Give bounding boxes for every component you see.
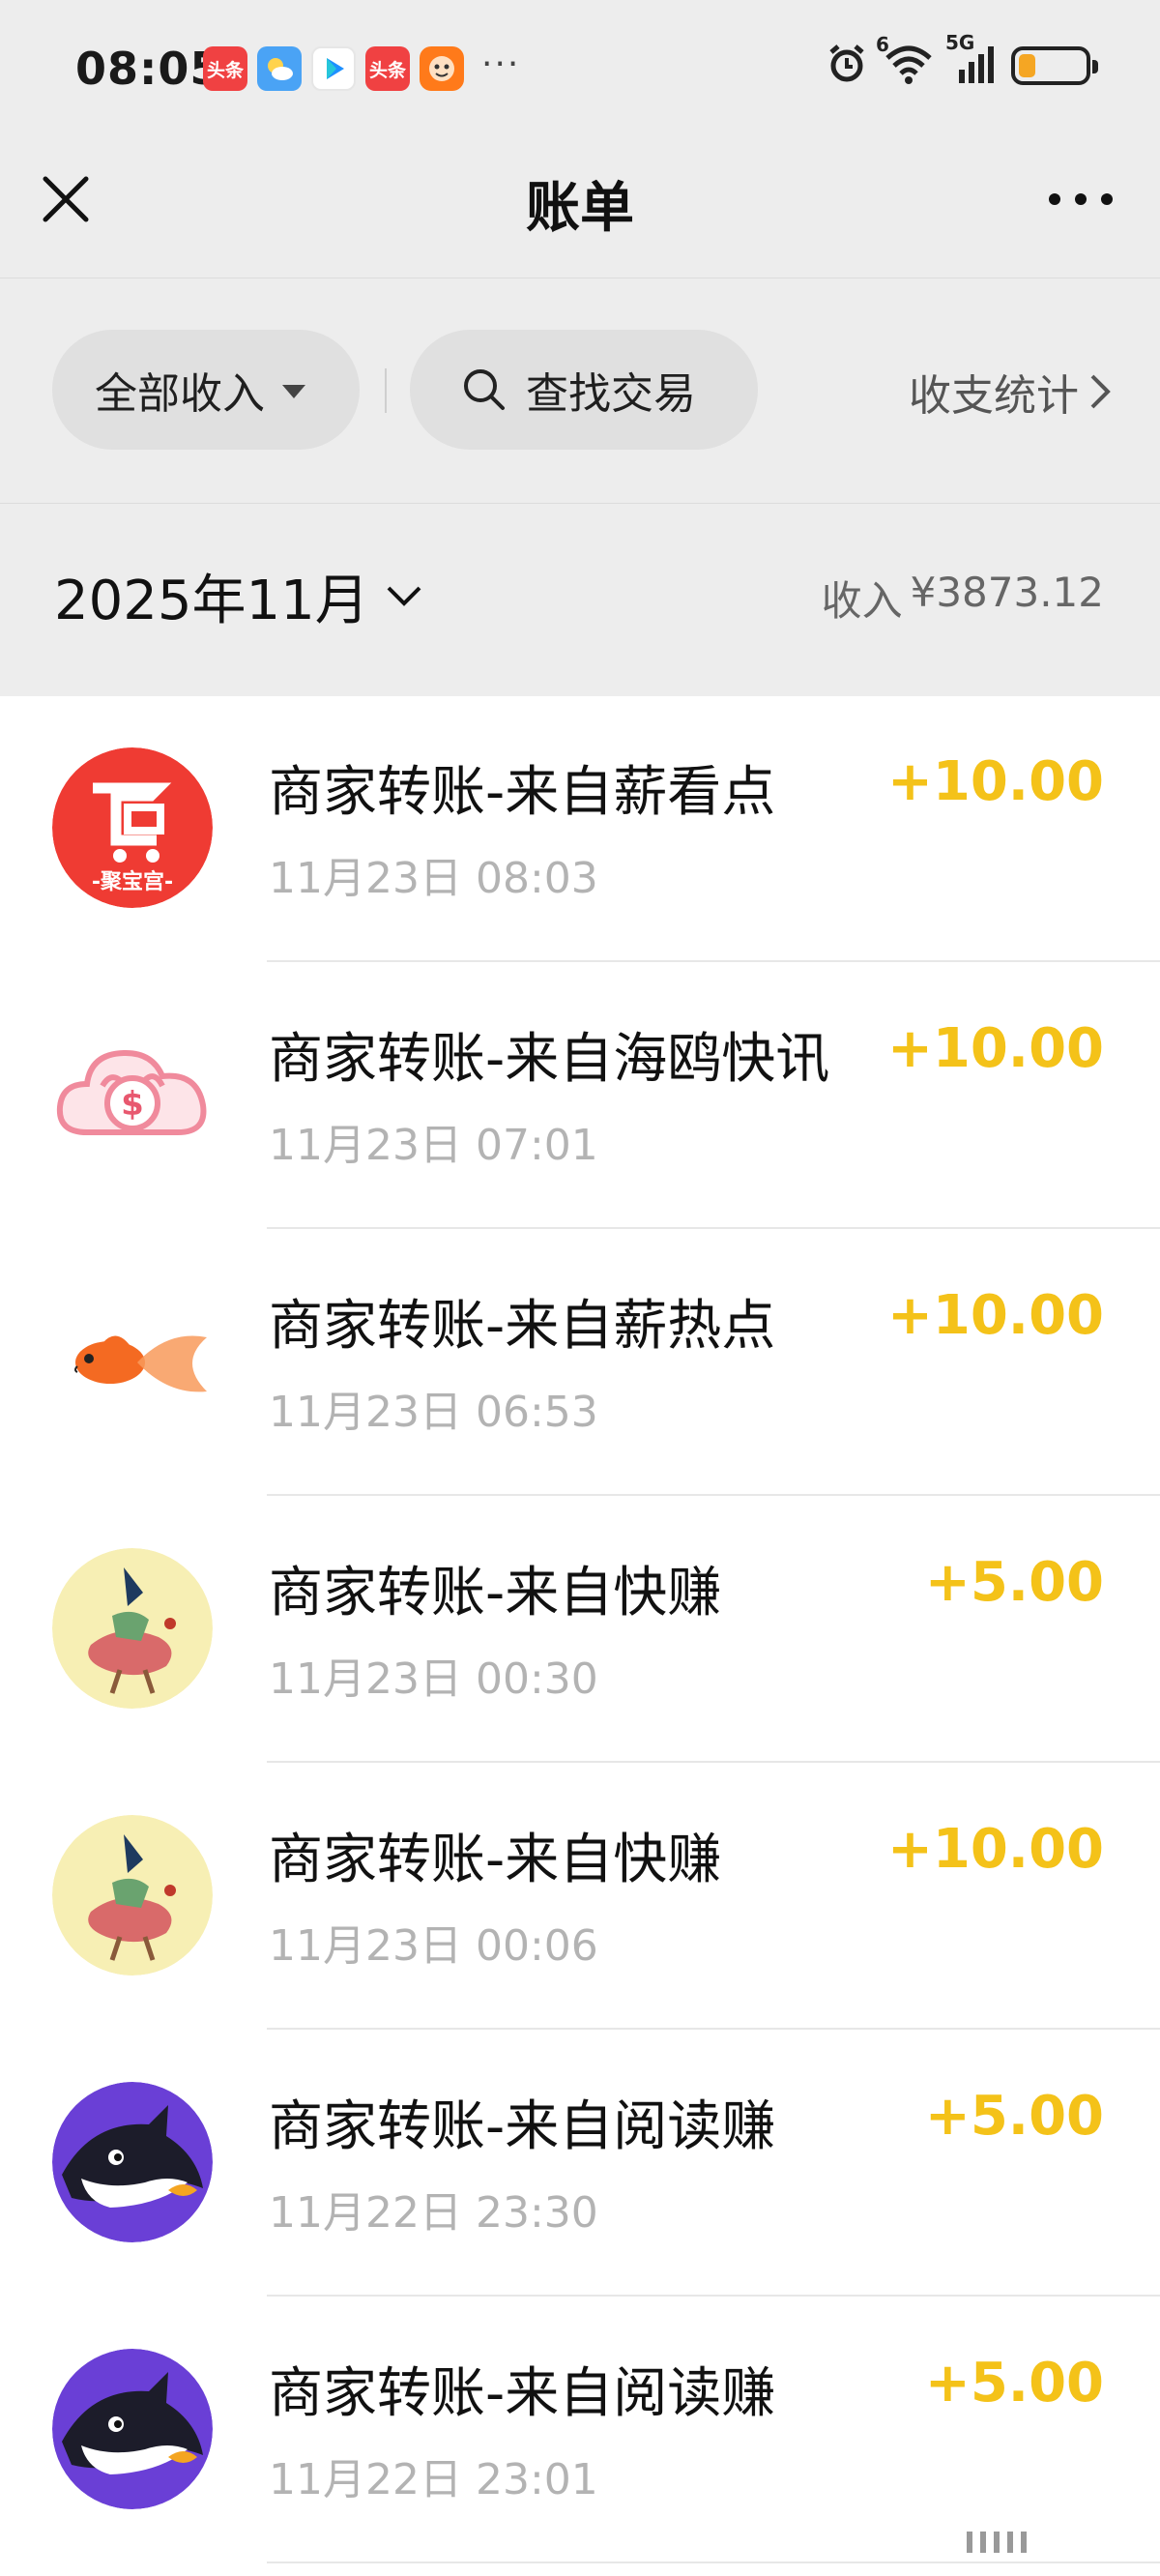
transaction-title: 商家转账-来自快赚: [269, 1829, 722, 1891]
income-filter-label: 全部收入: [95, 369, 265, 419]
caret-down-icon: [282, 385, 305, 398]
transaction-amount: +10.00: [886, 1818, 1104, 1881]
transaction-row[interactable]: 商家转账-来自阅读赚 11月22日 23:30 +5.00: [0, 2031, 1160, 2297]
transaction-title: 商家转账-来自阅读赚: [269, 2095, 776, 2158]
goldfish-logo: [52, 1281, 213, 1442]
more-icon: [1049, 193, 1113, 205]
transaction-time: 11月23日 07:01: [269, 1121, 598, 1170]
weather-icon: [257, 46, 302, 91]
page-title: 账单: [526, 177, 634, 240]
alarm-icon: [826, 43, 868, 89]
kuaizhuan-logo: [52, 1815, 213, 1976]
network-type: 5G: [945, 31, 975, 54]
logo-text: $: [121, 1085, 144, 1124]
row-divider: [267, 2295, 1160, 2297]
row-divider: [267, 2028, 1160, 2030]
search-label: 查找交易: [526, 369, 696, 419]
search-transactions-button[interactable]: 查找交易: [410, 330, 758, 450]
status-time: 08:05: [75, 43, 222, 95]
stats-link[interactable]: 收支统计: [909, 361, 1112, 423]
filter-divider: [385, 368, 387, 413]
wifi-icon: 6: [876, 33, 934, 89]
row-divider: [267, 1227, 1160, 1229]
month-label: 2025年11月: [54, 570, 369, 632]
row-divider: [267, 2561, 1160, 2563]
transaction-row[interactable]: 商家转账-来自阅读赚 11月22日 23:01 +5.00: [0, 2298, 1160, 2563]
month-selector[interactable]: 2025年11月: [54, 557, 423, 635]
battery-level: [1019, 54, 1035, 77]
transaction-amount: +10.00: [886, 750, 1104, 813]
transaction-amount: +5.00: [924, 2085, 1104, 2148]
battery-icon: [1011, 46, 1098, 85]
video-icon: [311, 46, 356, 91]
filter-bar: 全部收入 查找交易 收支统计: [0, 279, 1160, 504]
game-icon: [420, 46, 464, 91]
row-divider: [267, 1494, 1160, 1496]
income-filter-dropdown[interactable]: 全部收入: [52, 330, 360, 450]
toutiao-icon: 头条: [203, 46, 247, 91]
chevron-right-icon: [1090, 374, 1111, 409]
transaction-list: -聚宝宫- 商家转账-来自薪看点 11月23日 08:03 +10.00 $ 商…: [0, 696, 1160, 2576]
chevron-down-icon: [387, 586, 421, 606]
transaction-title: 商家转账-来自海鸥快讯: [269, 1028, 830, 1091]
status-bar: 08:05 头条 头条 ··· 6 5G: [0, 0, 1160, 135]
wifi-badge: 6: [876, 33, 889, 56]
month-header: 2025年11月 收入 ¥3873.12: [0, 505, 1160, 696]
transaction-row[interactable]: -聚宝宫- 商家转账-来自薪看点 11月23日 08:03 +10.00: [0, 696, 1160, 962]
transaction-title: 商家转账-来自快赚: [269, 1562, 722, 1625]
transaction-row[interactable]: 商家转账-来自薪热点 11月23日 06:53 +10.00: [0, 1230, 1160, 1496]
scroll-indicator: [967, 2532, 1027, 2553]
transaction-title: 商家转账-来自薪热点: [269, 1295, 776, 1358]
cellular-signal-icon: 5G: [945, 31, 996, 89]
income-summary: 收入 ¥3873.12: [822, 569, 1104, 628]
transaction-time: 11月22日 23:30: [269, 2188, 598, 2238]
nav-bar: 账单: [0, 135, 1160, 278]
transaction-time: 11月23日 08:03: [269, 854, 598, 903]
shark-logo: [52, 2349, 213, 2509]
transaction-row[interactable]: 商家转账-来自快赚 11月23日 00:06 +10.00: [0, 1764, 1160, 2030]
cloud-money-logo: $: [52, 1014, 213, 1175]
more-options-button[interactable]: [1040, 168, 1121, 230]
income-label: 收入: [821, 577, 903, 625]
toutiao-icon: 头条: [365, 46, 410, 91]
system-status: 6 5G: [826, 31, 1098, 89]
transaction-row[interactable]: 商家转账-来自快赚 11月23日 00:30 +5.00: [0, 1497, 1160, 1763]
search-icon: [464, 369, 505, 410]
shark-logo: [52, 2082, 213, 2242]
transaction-time: 11月22日 23:01: [269, 2455, 598, 2504]
transaction-title: 商家转账-来自阅读赚: [269, 2362, 776, 2425]
transaction-amount: +10.00: [886, 1017, 1104, 1080]
notification-icons: 头条 头条: [203, 46, 464, 91]
transaction-time: 11月23日 00:30: [269, 1654, 598, 1704]
logo-text: -聚宝宫-: [92, 869, 173, 894]
row-divider: [267, 1761, 1160, 1763]
transaction-amount: +10.00: [886, 1284, 1104, 1347]
transaction-time: 11月23日 06:53: [269, 1388, 598, 1437]
transaction-amount: +5.00: [924, 2352, 1104, 2415]
transaction-amount: +5.00: [924, 1551, 1104, 1614]
stats-label: 收支统计: [909, 371, 1079, 421]
transaction-title: 商家转账-来自薪看点: [269, 761, 776, 824]
transaction-row[interactable]: $ 商家转账-来自海鸥快讯 11月23日 07:01 +10.00: [0, 963, 1160, 1229]
transaction-time: 11月23日 00:06: [269, 1921, 598, 1971]
more-notifications-icon: ···: [481, 44, 521, 84]
jubaogong-logo: -聚宝宫-: [52, 747, 213, 908]
kuaizhuan-logo: [52, 1548, 213, 1709]
row-divider: [267, 960, 1160, 962]
income-amount: ¥3873.12: [910, 569, 1104, 616]
